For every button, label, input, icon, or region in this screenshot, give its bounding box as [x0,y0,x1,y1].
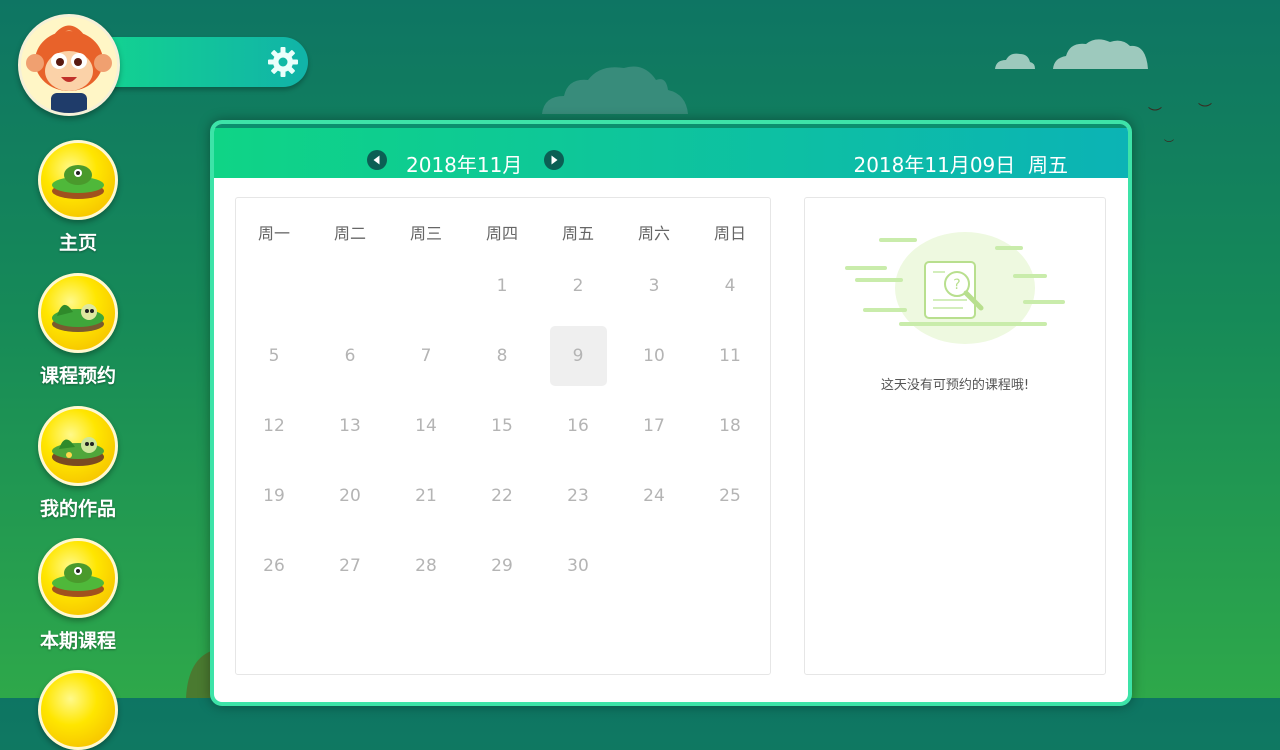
calendar-day[interactable]: 20 [322,466,379,526]
gear-icon [268,47,298,77]
month-label: 2018年11月 [406,153,523,177]
calendar-day[interactable]: 29 [474,536,531,596]
sidebar-item-booking[interactable]: 课程预约 [32,273,124,388]
weekday-header: 周三 [409,224,442,243]
cloud-icon [995,53,1035,69]
weekday-header: 周日 [713,224,746,243]
calendar-day[interactable]: 10 [626,326,683,386]
sidebar-item-works[interactable]: 我的作品 [32,406,124,521]
triangle-left-icon [373,155,380,165]
bird-icon: ︶ [1198,103,1212,119]
calendar-day[interactable]: 8 [474,326,531,386]
weekday-header: 周五 [561,224,594,243]
sidebar-item-label: 本期课程 [39,630,116,652]
current-course-planet-icon [38,538,118,618]
user-bar [92,37,308,87]
works-planet-icon [38,406,118,486]
calendar-day[interactable]: 16 [550,396,607,456]
booking-planet-icon [38,273,118,353]
empty-search-illustration: ? [845,232,1065,344]
weekday-header: 周六 [637,224,670,243]
calendar-day[interactable]: 11 [702,326,759,386]
calendar-day[interactable]: 5 [246,326,303,386]
sidebar-item-label: 我的作品 [39,498,116,520]
calendar-day[interactable]: 26 [246,536,303,596]
calendar-day[interactable]: 7 [398,326,455,386]
calendar-day[interactable]: 30 [550,536,607,596]
calendar-day[interactable]: 25 [702,466,759,526]
prev-month-button[interactable] [367,150,387,170]
settings-button[interactable] [266,45,300,79]
course-detail-panel: ? 这天没有可预约的课程哦! [804,197,1106,675]
calendar-day[interactable]: 22 [474,466,531,526]
sidebar-item-home[interactable]: 主页 [32,140,124,255]
planet-icon [38,670,118,750]
user-avatar[interactable] [18,14,120,116]
calendar-day[interactable]: 24 [626,466,683,526]
calendar-day-selected[interactable]: 9 [549,326,607,386]
cloud-icon [1053,39,1148,69]
bird-icon: ︶ [1148,107,1162,123]
calendar-day[interactable]: 17 [626,396,683,456]
sidebar-item-current-course[interactable]: 本期课程 [32,538,124,653]
selected-date-label: 2018年11月09日 周五 [853,153,1068,177]
weekday-header: 周二 [333,224,366,243]
calendar-day[interactable]: 28 [398,536,455,596]
calendar-day[interactable]: 19 [246,466,303,526]
panel-header: 2018年11月 2018年11月09日 周五 [214,124,1128,178]
calendar-day[interactable]: 6 [322,326,379,386]
weekday-header: 周四 [485,224,518,243]
calendar-day[interactable]: 23 [550,466,607,526]
monkey-avatar-icon [21,17,117,113]
empty-message: 这天没有可预约的课程哦! [880,378,1030,393]
home-planet-icon [38,140,118,220]
calendar-day[interactable]: 27 [322,536,379,596]
calendar-day[interactable]: 18 [702,396,759,456]
calendar-day[interactable]: 1 [474,256,531,316]
calendar-day[interactable]: 13 [322,396,379,456]
sidebar-item-label: 课程预约 [39,365,116,387]
weekday-header: 周一 [257,224,290,243]
cloud-icon [542,66,688,114]
bird-icon: ︶ [1164,140,1174,151]
calendar-day[interactable]: 3 [626,256,683,316]
triangle-right-icon [551,155,558,165]
calendar-day[interactable]: 12 [246,396,303,456]
calendar-panel: 2018年11月 2018年11月09日 周五 周一 周二 周三 周四 周五 周六 周日 1 2… [210,120,1132,706]
calendar-day[interactable]: 4 [702,256,759,316]
sidebar-item-more[interactable] [32,670,124,750]
calendar-grid: 周一 周二 周三 周四 周五 周六 周日 1 2 3 4 5 6 7 8 9 10 11 12 13 14 15 16 17 1… [235,197,771,675]
sidebar-item-label: 主页 [58,232,97,254]
next-month-button[interactable] [544,150,564,170]
calendar-day[interactable]: 15 [474,396,531,456]
calendar-day[interactable]: 14 [398,396,455,456]
svg-text:?: ? [953,277,960,293]
calendar-day[interactable]: 2 [550,256,607,316]
calendar-day[interactable]: 21 [398,466,455,526]
